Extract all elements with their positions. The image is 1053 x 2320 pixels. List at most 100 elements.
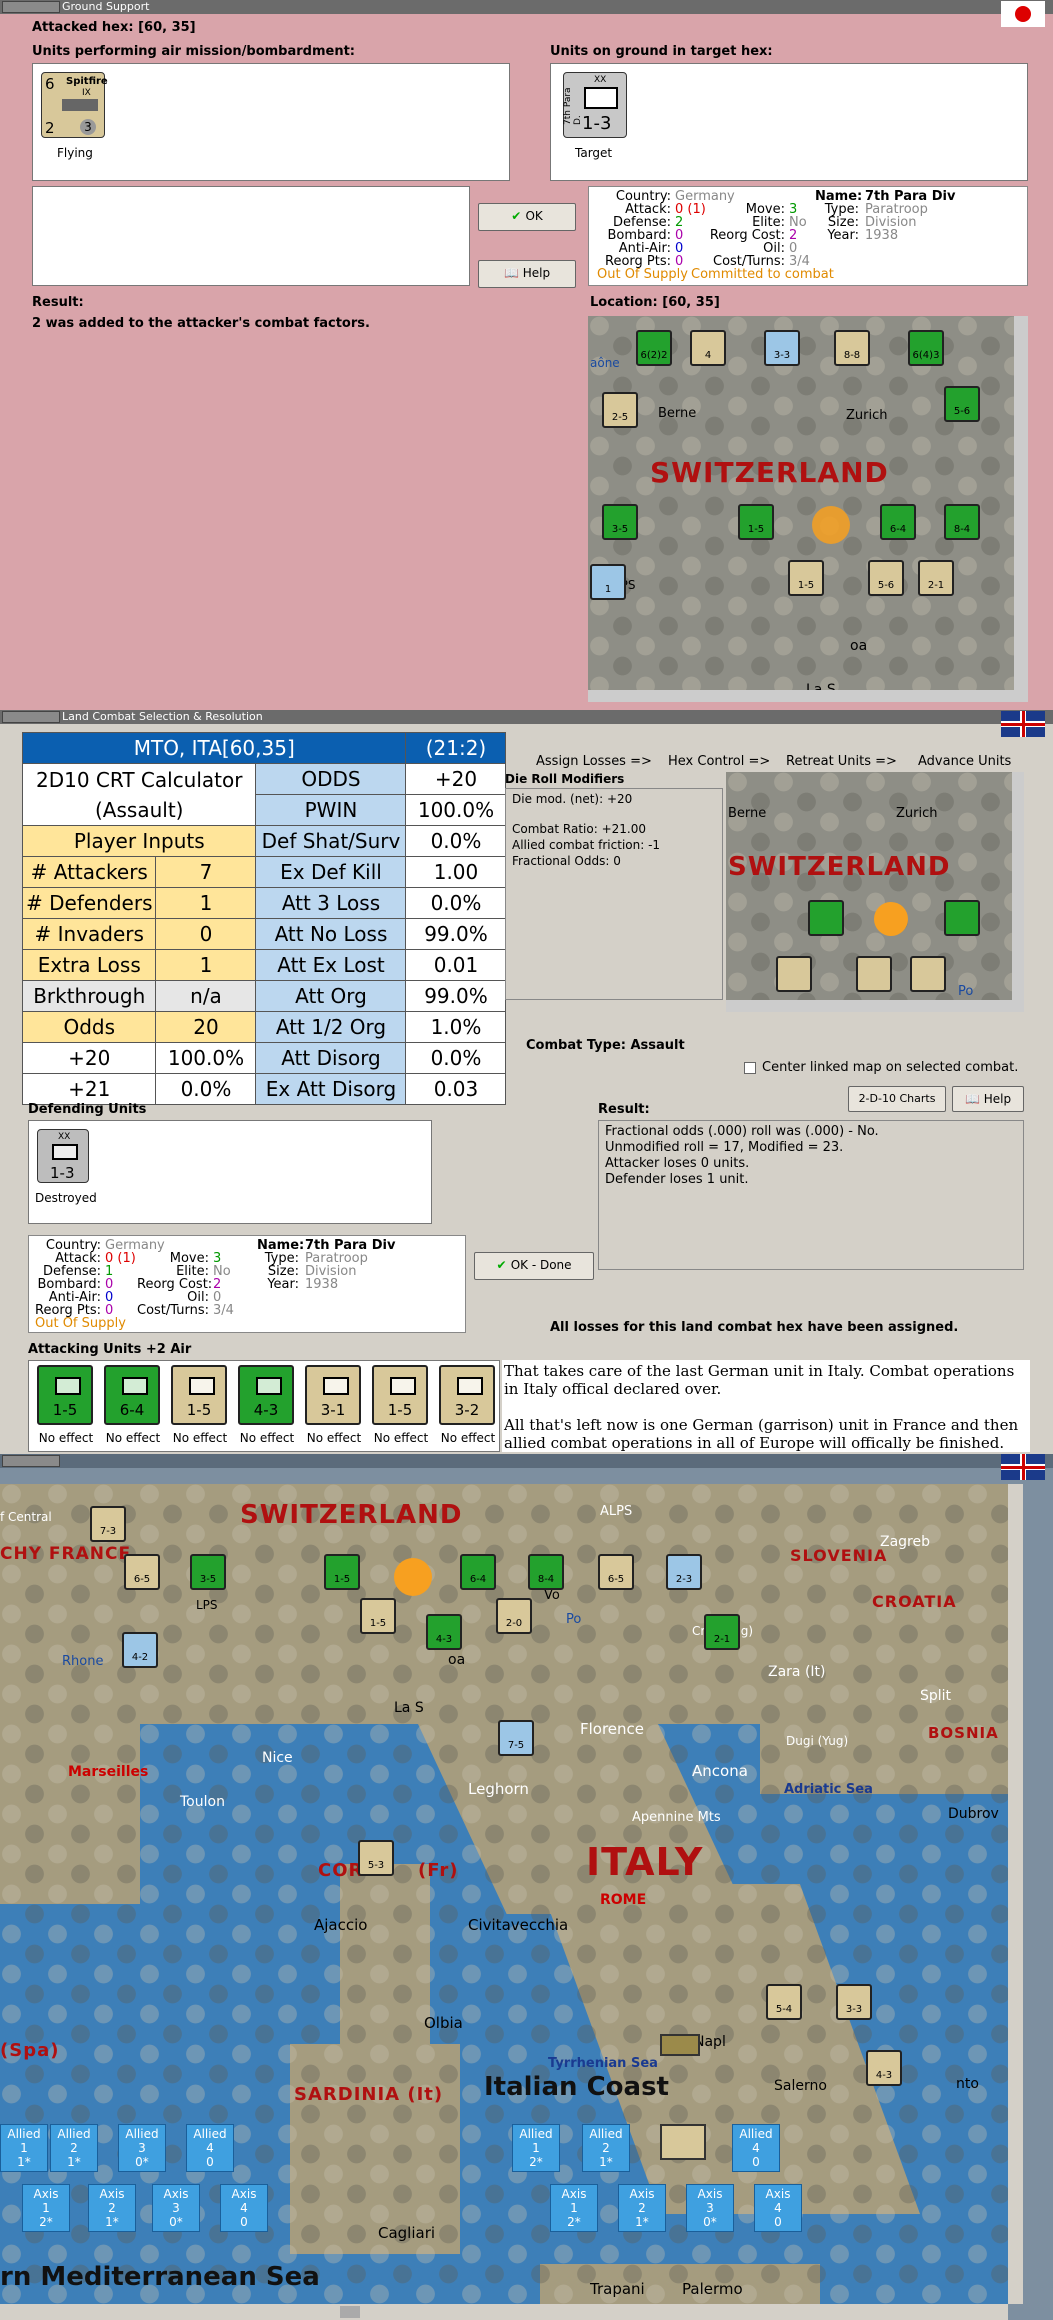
combat-help-button[interactable]: 📖 Help: [952, 1086, 1024, 1112]
map-unit[interactable]: 1-5: [324, 1554, 360, 1590]
defender-counter[interactable]: XX 1-3: [37, 1129, 89, 1183]
crt-charts-button[interactable]: 2-D-10 Charts: [848, 1086, 946, 1112]
map-unit[interactable]: 3-5: [190, 1554, 226, 1590]
map-unit[interactable]: 2-1: [704, 1614, 740, 1650]
allied-sea-box[interactable]: Allied 4 0: [186, 2124, 234, 2172]
main-map-titlebar[interactable]: [0, 1454, 1053, 1468]
axis-sea-box[interactable]: Axis 3 0*: [686, 2184, 734, 2232]
axis-sea-box[interactable]: Axis 2 1*: [618, 2184, 666, 2232]
axis-sea-box[interactable]: Axis 1 2*: [550, 2184, 598, 2232]
bomber-unit-icon[interactable]: [660, 2124, 706, 2160]
map-unit[interactable]: 1: [590, 564, 626, 600]
map-unit[interactable]: [856, 956, 892, 992]
map-unit[interactable]: [776, 956, 812, 992]
map-unit[interactable]: 2-1: [918, 560, 954, 596]
step-retreat-units[interactable]: Retreat Units =>: [786, 754, 897, 769]
crt-calculator-table: MTO, ITA[60,35] (21:2) 2D10 CRT Calculat…: [21, 732, 507, 1105]
attacker-slot[interactable]: 3-2 No effect: [437, 1365, 499, 1449]
map-unit[interactable]: 1-5: [788, 560, 824, 596]
crt-left-value[interactable]: 7: [155, 856, 257, 888]
map-unit[interactable]: 5-4: [766, 1984, 802, 2020]
map-unit[interactable]: 2-3: [666, 1554, 702, 1590]
map-unit[interactable]: 4: [690, 330, 726, 366]
minimap-hscrollbar[interactable]: [588, 690, 1028, 702]
attacker-counter[interactable]: 4-3: [238, 1365, 294, 1425]
axis-sea-box[interactable]: Axis 3 0*: [152, 2184, 200, 2232]
allied-sea-box[interactable]: Allied 1 2*: [512, 2124, 560, 2172]
map-unit[interactable]: 2-0: [496, 1598, 532, 1634]
map-unit[interactable]: [910, 956, 946, 992]
axis-sea-box[interactable]: Axis 2 1*: [88, 2184, 136, 2232]
map-unit[interactable]: 5-6: [944, 386, 980, 422]
combat-minimap[interactable]: SWITZERLAND Berne Zurich Po: [726, 772, 1024, 1012]
crt-left-value[interactable]: 1: [155, 949, 257, 981]
map-unit[interactable]: 6-5: [598, 1554, 634, 1590]
main-map-hscrollbar[interactable]: [0, 2304, 1008, 2320]
attacker-counter[interactable]: 3-2: [439, 1365, 495, 1425]
map-unit[interactable]: 6-4: [880, 504, 916, 540]
map-unit[interactable]: 2-5: [602, 392, 638, 428]
axis-sea-box[interactable]: Axis 1 2*: [22, 2184, 70, 2232]
map-unit[interactable]: 1-5: [360, 1598, 396, 1634]
land-combat-titlebar[interactable]: Land Combat Selection & Resolution: [0, 710, 1053, 724]
crt-left-value[interactable]: 1: [155, 887, 257, 919]
axis-sea-box[interactable]: Axis 4 0: [754, 2184, 802, 2232]
map-unit[interactable]: 7-3: [90, 1506, 126, 1542]
help-button[interactable]: 📖 Help: [478, 260, 576, 288]
attacker-counter[interactable]: 1-5: [372, 1365, 428, 1425]
map-unit[interactable]: 4-2: [122, 1632, 158, 1668]
attacker-slot[interactable]: 1-5 No effect: [370, 1365, 432, 1449]
map-unit[interactable]: 3-5: [602, 504, 638, 540]
map-unit[interactable]: 6(2)2: [636, 330, 672, 366]
map-unit[interactable]: [944, 900, 980, 936]
crt-left-value[interactable]: 0: [155, 918, 257, 950]
strategic-map[interactable]: SWITZERLAND ALPS CHY FRANCE f Central LP…: [0, 1484, 1008, 2304]
step-advance-units[interactable]: Advance Units: [918, 754, 1011, 769]
minimap-vscrollbar[interactable]: [1014, 316, 1028, 702]
allied-sea-box[interactable]: Allied 2 1*: [582, 2124, 630, 2172]
map-unit[interactable]: 6-4: [460, 1554, 496, 1590]
allied-sea-box[interactable]: Allied 1 1*: [0, 2124, 48, 2172]
attacker-slot[interactable]: 4-3 No effect: [236, 1365, 298, 1449]
attacker-counter[interactable]: 1-5: [171, 1365, 227, 1425]
allied-sea-box[interactable]: Allied 3 0*: [118, 2124, 166, 2172]
step-assign-losses[interactable]: Assign Losses =>: [536, 754, 652, 769]
ground-support-titlebar[interactable]: Ground Support: [0, 0, 1053, 14]
attacker-counter[interactable]: 3-1: [305, 1365, 361, 1425]
map-unit[interactable]: 3-3: [764, 330, 800, 366]
map-unit[interactable]: 4-3: [866, 2050, 902, 2086]
allied-sea-box[interactable]: Allied 2 1*: [50, 2124, 98, 2172]
attacker-slot[interactable]: 1-5 No effect: [169, 1365, 231, 1449]
map-unit[interactable]: 6-5: [124, 1554, 160, 1590]
axis-sea-box[interactable]: Axis 4 0: [220, 2184, 268, 2232]
map-unit[interactable]: 8-4: [528, 1554, 564, 1590]
attacker-counter[interactable]: 1-5: [37, 1365, 93, 1425]
attacker-slot[interactable]: 1-5 No effect: [35, 1365, 97, 1449]
allied-sea-box[interactable]: Allied 4 0: [732, 2124, 780, 2172]
map-unit[interactable]: 5-3: [358, 1840, 394, 1876]
attacker-slot[interactable]: 3-1 No effect: [303, 1365, 365, 1449]
ok-done-button[interactable]: ✔ OK - Done: [474, 1252, 594, 1280]
map-unit[interactable]: 1-5: [738, 504, 774, 540]
step-hex-control[interactable]: Hex Control =>: [668, 754, 770, 769]
map-unit[interactable]: 3-3: [836, 1984, 872, 2020]
aircraft-unit-icon[interactable]: [660, 2034, 700, 2056]
center-linked-checkbox[interactable]: [744, 1062, 756, 1074]
location-minimap[interactable]: SWITZERLAND Berne Zurich LPS aône La S o…: [588, 316, 1028, 702]
ok-button[interactable]: ✔ OK: [478, 203, 576, 231]
hscroll-thumb[interactable]: [340, 2306, 360, 2318]
map-unit[interactable]: 8-4: [944, 504, 980, 540]
minimap-hscrollbar[interactable]: [726, 1000, 1024, 1012]
attacker-slot[interactable]: 6-4 No effect: [102, 1365, 164, 1449]
map-unit[interactable]: [808, 900, 844, 936]
minimap-vscrollbar[interactable]: [1012, 772, 1024, 1012]
map-unit[interactable]: 4-3: [426, 1614, 462, 1650]
map-unit[interactable]: 8-8: [834, 330, 870, 366]
main-map-vscrollbar[interactable]: [1008, 1484, 1023, 2304]
map-unit[interactable]: 5-6: [868, 560, 904, 596]
map-unit[interactable]: 7-5: [498, 1720, 534, 1756]
target-counter[interactable]: 7th Para D. XX 1-3: [563, 72, 627, 138]
attacker-counter[interactable]: 6-4: [104, 1365, 160, 1425]
spitfire-counter[interactable]: 6 Spitfire IX 2 3: [41, 72, 108, 138]
map-unit[interactable]: 6(4)3: [908, 330, 944, 366]
